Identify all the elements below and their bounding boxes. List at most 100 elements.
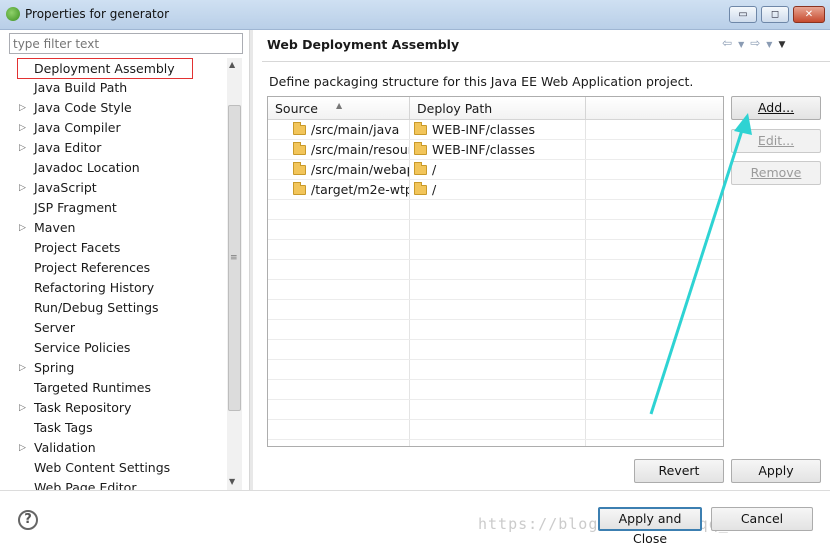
tree-item-label: Java Build Path [34, 80, 128, 95]
expand-arrow-icon[interactable]: ▷ [19, 218, 29, 238]
tree-item[interactable]: Project Facets [5, 238, 225, 258]
table-row [268, 360, 723, 380]
table-row [268, 400, 723, 420]
revert-button[interactable]: Revert [634, 459, 724, 483]
window-titlebar: Properties for generator ▭ ◻ ✕ [0, 0, 830, 30]
scroll-down-arrow-icon[interactable]: ▼ [229, 477, 235, 486]
help-icon[interactable]: ? [18, 510, 38, 530]
table-row[interactable]: /src/main/resources WEB-INF/classes [268, 140, 723, 160]
source-cell: /src/main/webapp [293, 160, 409, 180]
cancel-button[interactable]: Cancel [711, 507, 813, 531]
deploy-path-cell: / [414, 180, 584, 200]
column-header-deploy-path[interactable]: Deploy Path [410, 97, 586, 120]
tree-item[interactable]: ▷ Spring [5, 358, 225, 378]
tree-item[interactable]: Run/Debug Settings [5, 298, 225, 318]
tree-item-label: Service Policies [34, 340, 131, 355]
tree-item[interactable]: Project References [5, 258, 225, 278]
source-cell: /src/main/resources [293, 140, 409, 160]
eclipse-app-icon [6, 7, 20, 21]
expand-arrow-icon[interactable]: ▷ [19, 178, 29, 198]
tree-item-label: Spring [34, 360, 75, 375]
tree-item[interactable]: Web Content Settings [5, 458, 225, 478]
table-row[interactable]: /target/m2e-wtp/web-resources / [268, 180, 723, 200]
forward-dropdown-icon[interactable]: ▼ [766, 40, 778, 49]
table-row [268, 260, 723, 280]
page-navigation: ⇦▼⇨▼▼ [722, 36, 791, 50]
expand-arrow-icon[interactable]: ▷ [19, 438, 29, 458]
forward-arrow-icon[interactable]: ⇨ [750, 36, 766, 50]
source-cell: /target/m2e-wtp/web-resources [293, 180, 409, 200]
tree-item[interactable]: ▷ JavaScript [5, 178, 225, 198]
scroll-up-arrow-icon[interactable]: ▲ [229, 60, 235, 69]
folder-icon [293, 162, 306, 175]
tree-item-label: Targeted Runtimes [34, 380, 151, 395]
filter-input[interactable] [9, 33, 243, 54]
deploy-path: / [432, 162, 437, 177]
source-path: /target/m2e-wtp/web-resources [311, 182, 409, 197]
panel-divider[interactable] [249, 30, 253, 490]
apply-and-close-button[interactable]: Apply and Close [598, 507, 702, 545]
tree-item[interactable]: JSP Fragment [5, 198, 225, 218]
preference-tree: Deployment Assembly Java Build Path ▷ Java … [5, 58, 243, 490]
column-header-source[interactable]: Source ▲ [268, 97, 410, 120]
tree-item[interactable]: Service Policies [5, 338, 225, 358]
tree-item-label: Project Facets [34, 240, 121, 255]
tree-item[interactable]: Java Build Path [5, 78, 225, 98]
page-description: Define packaging structure for this Java… [269, 74, 694, 89]
tree-item-label: Server [34, 320, 75, 335]
tree-item[interactable]: ▷ Java Compiler [5, 118, 225, 138]
folder-icon [414, 182, 427, 195]
table-row [268, 300, 723, 320]
add-button[interactable]: Add... [731, 96, 821, 120]
tree-item[interactable]: Deployment Assembly [5, 58, 225, 79]
deploy-path: WEB-INF/classes [432, 122, 536, 137]
apply-button[interactable]: Apply [731, 459, 821, 483]
header-divider [262, 61, 830, 62]
tree-item[interactable]: Refactoring History [5, 278, 225, 298]
tree-item[interactable]: ▷ Validation [5, 438, 225, 458]
table-header: Source ▲ Deploy Path [268, 97, 723, 120]
close-button[interactable]: ✕ [793, 6, 825, 23]
expand-arrow-icon[interactable]: ▷ [19, 138, 29, 158]
expand-arrow-icon[interactable]: ▷ [19, 98, 29, 118]
tree-item-label: JSP Fragment [34, 200, 117, 215]
tree-item[interactable]: Web Page Editor [5, 478, 225, 490]
sort-ascending-icon: ▲ [336, 101, 343, 110]
tree-item-label: Java Code Style [34, 100, 132, 115]
tree-item[interactable]: ▷ Java Code Style [5, 98, 225, 118]
folder-icon [293, 182, 306, 195]
tree-item[interactable]: ▷ Java Editor [5, 138, 225, 158]
view-menu-icon[interactable]: ▼ [778, 40, 791, 50]
tree-item-label: Java Compiler [34, 120, 121, 135]
back-arrow-icon[interactable]: ⇦ [722, 36, 738, 50]
table-row [268, 420, 723, 440]
tree-item-label: Refactoring History [34, 280, 155, 295]
table-row [268, 220, 723, 240]
tree-item-label: Javadoc Location [34, 160, 140, 175]
tree-item-label: JavaScript [34, 180, 97, 195]
expand-arrow-icon[interactable]: ▷ [19, 358, 29, 378]
tree-item[interactable]: ▷ Maven [5, 218, 225, 238]
table-row [268, 320, 723, 340]
minimize-button[interactable]: ▭ [729, 6, 757, 23]
tree-scrollbar[interactable]: ▲ ≡ ▼ [227, 58, 242, 490]
back-dropdown-icon[interactable]: ▼ [738, 40, 750, 49]
tree-item[interactable]: Task Tags [5, 418, 225, 438]
tree-item[interactable]: ▷ Task Repository [5, 398, 225, 418]
folder-icon [293, 122, 306, 135]
expand-arrow-icon[interactable]: ▷ [19, 398, 29, 418]
table-row [268, 340, 723, 360]
table-row [268, 280, 723, 300]
window-title: Properties for generator [25, 7, 170, 21]
expand-arrow-icon[interactable]: ▷ [19, 118, 29, 138]
tree-item[interactable]: Server [5, 318, 225, 338]
table-row[interactable]: /src/main/webapp / [268, 160, 723, 180]
scrollbar-grip-icon: ≡ [230, 253, 238, 263]
deploy-path-cell: / [414, 160, 584, 180]
tree-item[interactable]: Targeted Runtimes [5, 378, 225, 398]
table-row[interactable]: /src/main/java WEB-INF/classes [268, 120, 723, 140]
maximize-button[interactable]: ◻ [761, 6, 789, 23]
deployment-table: Source ▲ Deploy Path /src/main/java WEB-I… [267, 96, 724, 447]
tree-item[interactable]: Javadoc Location [5, 158, 225, 178]
deploy-path-cell: WEB-INF/classes [414, 140, 584, 160]
